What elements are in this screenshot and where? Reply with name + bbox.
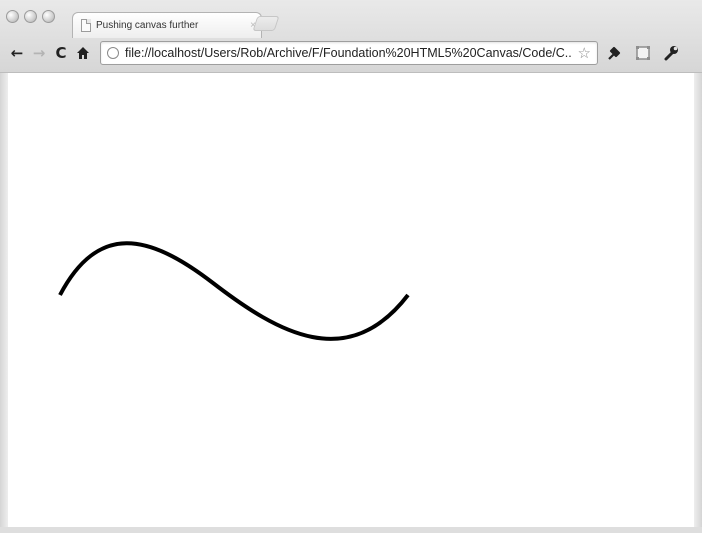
back-arrow-icon[interactable]: ← bbox=[6, 42, 28, 64]
forward-arrow-icon[interactable]: → bbox=[28, 42, 50, 64]
minimize-window-button[interactable] bbox=[24, 10, 37, 23]
page-icon bbox=[81, 19, 91, 32]
reload-icon[interactable]: C bbox=[50, 42, 72, 64]
wrench-icon[interactable] bbox=[660, 42, 682, 64]
tab-title: Pushing canvas further bbox=[96, 20, 199, 31]
address-bar[interactable]: file://localhost/Users/Rob/Archive/F/Fou… bbox=[100, 41, 598, 65]
page-menu-icon[interactable] bbox=[604, 42, 626, 64]
new-tab-button[interactable] bbox=[252, 16, 280, 31]
browser-chrome: Pushing canvas further × ← → C file://lo… bbox=[0, 0, 702, 73]
window-icon-glyph bbox=[636, 46, 650, 60]
page-menu-icon-glyph bbox=[608, 46, 621, 60]
tab-active[interactable]: Pushing canvas further × bbox=[72, 12, 262, 38]
canvas-element bbox=[58, 241, 410, 341]
url-text[interactable]: file://localhost/Users/Rob/Archive/F/Fou… bbox=[125, 46, 572, 60]
close-window-button[interactable] bbox=[6, 10, 19, 23]
window-icon[interactable] bbox=[632, 42, 654, 64]
page-content bbox=[8, 73, 694, 533]
star-icon[interactable]: ☆ bbox=[578, 44, 591, 62]
window-frame-left bbox=[0, 73, 8, 533]
globe-icon bbox=[107, 47, 119, 59]
home-icon-glyph bbox=[77, 47, 89, 59]
window-controls bbox=[6, 10, 55, 23]
zoom-window-button[interactable] bbox=[42, 10, 55, 23]
window-frame-bottom bbox=[0, 527, 702, 533]
bezier-curve bbox=[58, 241, 410, 341]
home-icon[interactable] bbox=[72, 42, 94, 64]
window-frame-right bbox=[694, 73, 702, 533]
navigation-toolbar: ← → C file://localhost/Users/Rob/Archive… bbox=[0, 38, 702, 68]
wrench-icon-glyph bbox=[664, 46, 678, 61]
browser-window: Pushing canvas further × ← → C file://lo… bbox=[0, 0, 702, 533]
